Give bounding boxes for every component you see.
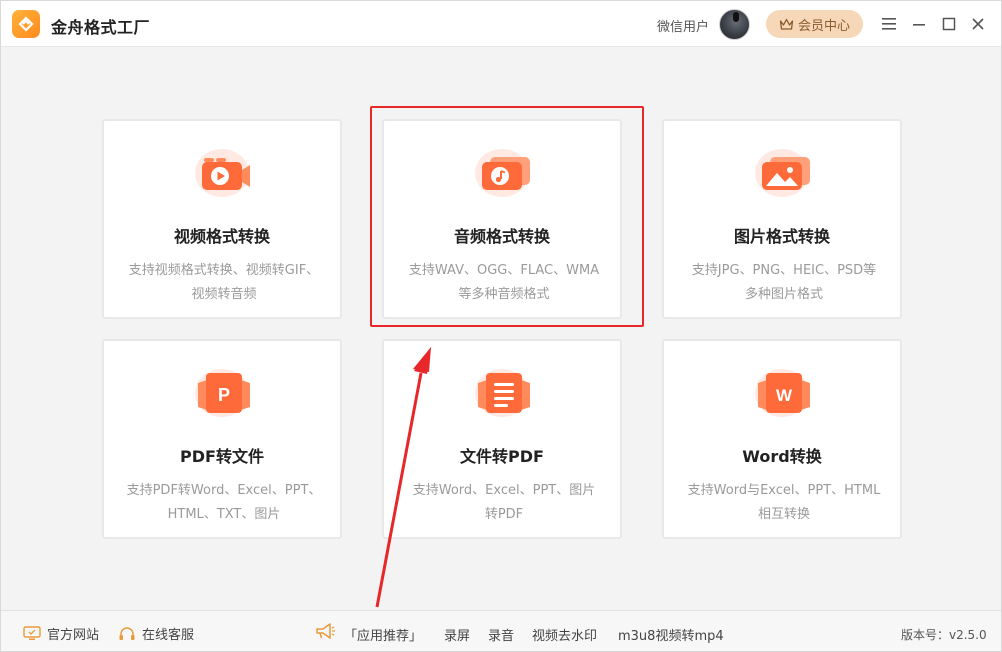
svg-text:P: P bbox=[218, 385, 230, 405]
headset-icon bbox=[119, 626, 135, 640]
card-file-to-pdf[interactable]: 文件转PDF 支持Word、Excel、PPT、图片 转PDF bbox=[382, 339, 622, 539]
official-website-label: 官方网站 bbox=[47, 628, 100, 643]
maximize-button[interactable] bbox=[939, 14, 959, 34]
vip-center-label: 会员中心 bbox=[797, 18, 850, 34]
avatar[interactable] bbox=[719, 9, 750, 40]
svg-text:W: W bbox=[776, 386, 793, 405]
user-name[interactable]: 微信用户 bbox=[657, 16, 709, 35]
card-title: PDF转文件 bbox=[180, 447, 264, 466]
card-description: 支持JPG、PNG、HEIC、PSD等 多种图片格式 bbox=[672, 259, 896, 307]
video-icon bbox=[195, 149, 250, 197]
maximize-icon bbox=[942, 17, 956, 31]
card-title: Word转换 bbox=[742, 447, 822, 466]
screen-record-link[interactable]: 录屏 bbox=[444, 625, 470, 644]
card-title: 视频格式转换 bbox=[173, 227, 270, 246]
card-audio-convert[interactable]: 音频格式转换 支持WAV、OGG、FLAC、WMA 等多种音频格式 bbox=[382, 119, 622, 319]
app-logo-icon bbox=[12, 10, 40, 38]
card-video-convert[interactable]: 视频格式转换 支持视频格式转换、视频转GIF、 视频转音频 bbox=[102, 119, 342, 319]
m3u8-convert-link[interactable]: m3u8视频转mp4 bbox=[618, 625, 724, 644]
card-description: 支持Word与Excel、PPT、HTML 相互转换 bbox=[672, 479, 896, 527]
card-word-convert[interactable]: W Word转换 支持Word与Excel、PPT、HTML 相互转换 bbox=[662, 339, 902, 539]
footer-bar: 官方网站 在线客服 「应用推荐」 录屏 录音 视频去水印 m3u8视频转mp4 … bbox=[1, 610, 1001, 651]
card-desc-line: 支持JPG、PNG、HEIC、PSD等 bbox=[691, 263, 877, 278]
card-desc-line: 支持PDF转Word、Excel、PPT、 bbox=[126, 483, 322, 498]
card-desc-line: 支持Word与Excel、PPT、HTML bbox=[687, 483, 881, 498]
image-icon bbox=[755, 149, 810, 197]
monitor-icon bbox=[23, 626, 41, 640]
card-desc-line: 支持WAV、OGG、FLAC、WMA bbox=[408, 263, 600, 278]
menu-button[interactable] bbox=[879, 14, 899, 34]
card-title: 音频格式转换 bbox=[453, 227, 550, 246]
app-window: 金舟格式工厂 微信用户 会员中心 视频格式转换 支持视频格式转换、视频转GIF、… bbox=[0, 0, 1002, 652]
card-title: 文件转PDF bbox=[460, 447, 544, 466]
annotation-arrow bbox=[375, 347, 431, 608]
minimize-button[interactable] bbox=[909, 14, 929, 34]
close-button[interactable] bbox=[968, 14, 988, 34]
card-desc-line: 视频转音频 bbox=[191, 287, 257, 302]
card-image-convert[interactable]: 图片格式转换 支持JPG、PNG、HEIC、PSD等 多种图片格式 bbox=[662, 119, 902, 319]
app-title: 金舟格式工厂 bbox=[51, 18, 151, 37]
document-icon bbox=[475, 369, 530, 417]
audio-icon bbox=[475, 149, 530, 197]
card-desc-line: HTML、TXT、图片 bbox=[167, 507, 281, 522]
card-desc-line: 多种图片格式 bbox=[744, 287, 823, 302]
crown-icon bbox=[779, 18, 794, 30]
word-icon: W bbox=[755, 369, 810, 417]
audio-record-link[interactable]: 录音 bbox=[488, 625, 514, 644]
card-desc-line: 支持视频格式转换、视频转GIF、 bbox=[128, 263, 320, 278]
hamburger-icon bbox=[882, 18, 896, 30]
official-website-link[interactable]: 官方网站 bbox=[23, 624, 99, 643]
online-support-link[interactable]: 在线客服 bbox=[118, 624, 194, 643]
card-desc-line: 相互转换 bbox=[757, 507, 810, 522]
close-icon bbox=[972, 18, 984, 30]
pdf-icon: P bbox=[195, 369, 250, 417]
title-bar: 金舟格式工厂 微信用户 会员中心 bbox=[1, 1, 1001, 47]
card-description: 支持WAV、OGG、FLAC、WMA 等多种音频格式 bbox=[392, 259, 616, 307]
minimize-icon bbox=[913, 24, 925, 26]
card-desc-line: 转PDF bbox=[484, 507, 524, 522]
card-description: 支持PDF转Word、Excel、PPT、 HTML、TXT、图片 bbox=[112, 479, 336, 527]
card-description: 支持视频格式转换、视频转GIF、 视频转音频 bbox=[112, 259, 336, 307]
version-label: 版本号：v2.5.0 bbox=[901, 628, 987, 642]
app-recommend-label: 「应用推荐」 bbox=[344, 629, 423, 644]
card-pdf-to-file[interactable]: P PDF转文件 支持PDF转Word、Excel、PPT、 HTML、TXT、… bbox=[102, 339, 342, 539]
online-support-label: 在线客服 bbox=[142, 628, 195, 643]
remove-watermark-link[interactable]: 视频去水印 bbox=[532, 625, 597, 644]
megaphone-icon bbox=[316, 623, 335, 639]
card-description: 支持Word、Excel、PPT、图片 转PDF bbox=[392, 479, 616, 527]
vip-center-button[interactable]: 会员中心 bbox=[766, 10, 863, 38]
card-title: 图片格式转换 bbox=[733, 227, 830, 246]
card-desc-line: 支持Word、Excel、PPT、图片 bbox=[412, 483, 596, 498]
card-desc-line: 等多种音频格式 bbox=[458, 287, 550, 302]
